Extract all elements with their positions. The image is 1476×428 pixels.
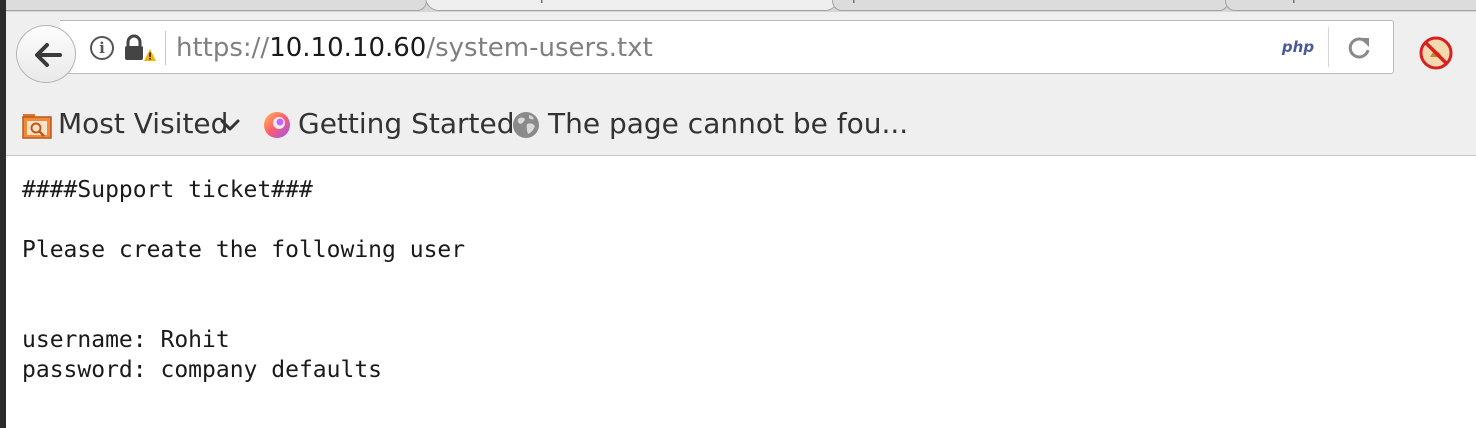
tab-active[interactable] xyxy=(425,0,839,11)
back-arrow-icon xyxy=(35,43,62,67)
window-border xyxy=(0,0,6,428)
lock-warning-icon[interactable] xyxy=(124,33,158,63)
url-host: 10.10.10.60 xyxy=(269,33,427,63)
bookmark-label: The page cannot be fou... xyxy=(548,107,909,140)
chevron-down-icon xyxy=(220,119,240,131)
tab-2[interactable] xyxy=(832,0,1229,11)
url-scheme: https:// xyxy=(176,33,270,63)
bookmark-page-not-found[interactable]: The page cannot be fou... xyxy=(511,102,908,146)
navigation-toolbar: i https://10.10.10.60/system-users.txt p… xyxy=(0,12,1476,92)
noscript-icon[interactable] xyxy=(1418,35,1454,71)
bookmark-label: Getting Started xyxy=(298,107,515,140)
tab-previous[interactable] xyxy=(0,0,427,11)
bookmarks-toolbar: Most Visited Getting Started The page ca… xyxy=(0,92,1476,156)
bookmark-getting-started[interactable]: Getting Started xyxy=(262,102,514,146)
tab-3-label: p xyxy=(1292,0,1304,3)
globe-icon xyxy=(513,112,539,138)
text-line-request: Please create the following user xyxy=(22,237,466,263)
text-line-username: username: Rohit xyxy=(22,327,230,353)
tab-strip: p p p xyxy=(0,0,1476,12)
text-line-heading: ####Support ticket### xyxy=(22,177,313,203)
browser-window: p p p i https://10.10.10.60/system-users… xyxy=(0,0,1476,428)
tab-3[interactable] xyxy=(1225,0,1476,11)
reload-icon[interactable] xyxy=(1344,33,1374,63)
php-icon[interactable]: php xyxy=(1278,35,1318,59)
url-bar[interactable]: i https://10.10.10.60/system-users.txt p… xyxy=(60,20,1394,74)
back-button[interactable] xyxy=(16,25,76,83)
tab-active-label: p xyxy=(540,0,552,3)
url-path: /system-users.txt xyxy=(426,33,653,63)
url-divider xyxy=(165,31,166,65)
firefox-icon xyxy=(264,112,290,138)
info-icon[interactable]: i xyxy=(90,36,114,60)
bookmark-most-visited[interactable]: Most Visited xyxy=(22,102,244,146)
url-text[interactable]: https://10.10.10.60/system-users.txt xyxy=(176,31,653,65)
folder-icon xyxy=(22,114,52,139)
page-content: ####Support ticket### Please create the … xyxy=(0,156,1476,428)
url-divider-right xyxy=(1328,27,1329,67)
text-line-password: password: company defaults xyxy=(22,357,383,383)
bookmark-label: Most Visited xyxy=(58,107,229,140)
tab-2-label: p xyxy=(852,0,864,3)
